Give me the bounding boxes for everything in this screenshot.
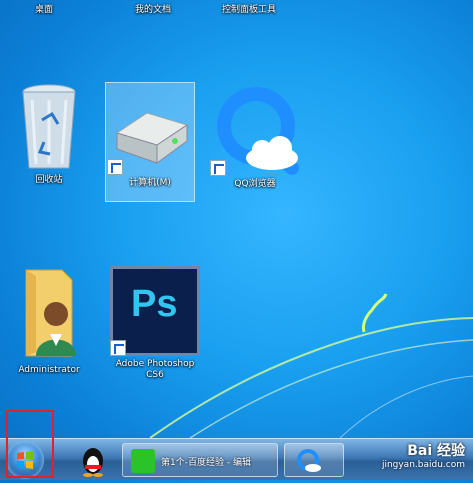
desktop-icon-computer[interactable]: 计算机(M)	[105, 82, 195, 202]
shortcut-arrow-icon	[107, 159, 123, 175]
qq-browser-icon	[210, 80, 306, 176]
top-partial-label-1[interactable]: 桌面	[35, 2, 53, 15]
wallpaper-leaf	[362, 293, 388, 333]
top-partial-label-3[interactable]: 控制面板工具	[222, 2, 276, 15]
shortcut-arrow-icon	[210, 160, 226, 176]
taskbar-item-app[interactable]: 第1个-百度经验 - 编辑	[122, 443, 278, 477]
recycle-bin-icon	[14, 80, 84, 172]
user-folder-icon	[14, 262, 84, 362]
computer-label: 计算机(M)	[129, 178, 171, 188]
desktop-icon-administrator[interactable]: Administrator	[4, 262, 94, 376]
photoshop-label: Adobe Photoshop CS6	[115, 359, 195, 380]
watermark-sub-text: jingyan.baidu.com	[381, 460, 465, 470]
qq-penguin-icon	[83, 448, 103, 477]
start-button-highlight-box	[6, 410, 54, 478]
photoshop-badge-text: Ps	[131, 283, 178, 325]
qq-browser-icon	[297, 449, 321, 472]
taskbar-item-app-label: 第1个-百度经验 - 编辑	[161, 458, 251, 468]
watermark-main-text: Bai 经验	[407, 443, 465, 459]
administrator-label: Administrator	[18, 365, 80, 375]
photoshop-icon: Ps	[110, 266, 200, 356]
qq-browser-label: QQ浏览器	[234, 179, 276, 189]
desktop-icon-photoshop[interactable]: Ps Adobe Photoshop CS6	[110, 266, 200, 381]
desktop-icon-recycle-bin[interactable]: 回收站	[4, 80, 94, 186]
shortcut-arrow-icon	[110, 340, 126, 356]
desktop: 桌面 我的文档 控制面板工具 回收站 计算机(M) QQ浏览器 Administ…	[0, 0, 473, 438]
desktop-icon-qq-browser[interactable]: QQ浏览器	[210, 80, 300, 190]
taskbar-item-qq[interactable]	[72, 443, 116, 477]
top-partial-label-2[interactable]: 我的文档	[135, 2, 171, 15]
recycle-bin-label: 回收站	[35, 175, 63, 185]
taskbar-item-qq-browser[interactable]	[284, 443, 344, 477]
baidu-jingyan-watermark: Bai 经验 jingyan.baidu.com	[382, 440, 465, 470]
green-app-icon	[131, 449, 155, 473]
hard-drive-icon	[107, 83, 193, 175]
